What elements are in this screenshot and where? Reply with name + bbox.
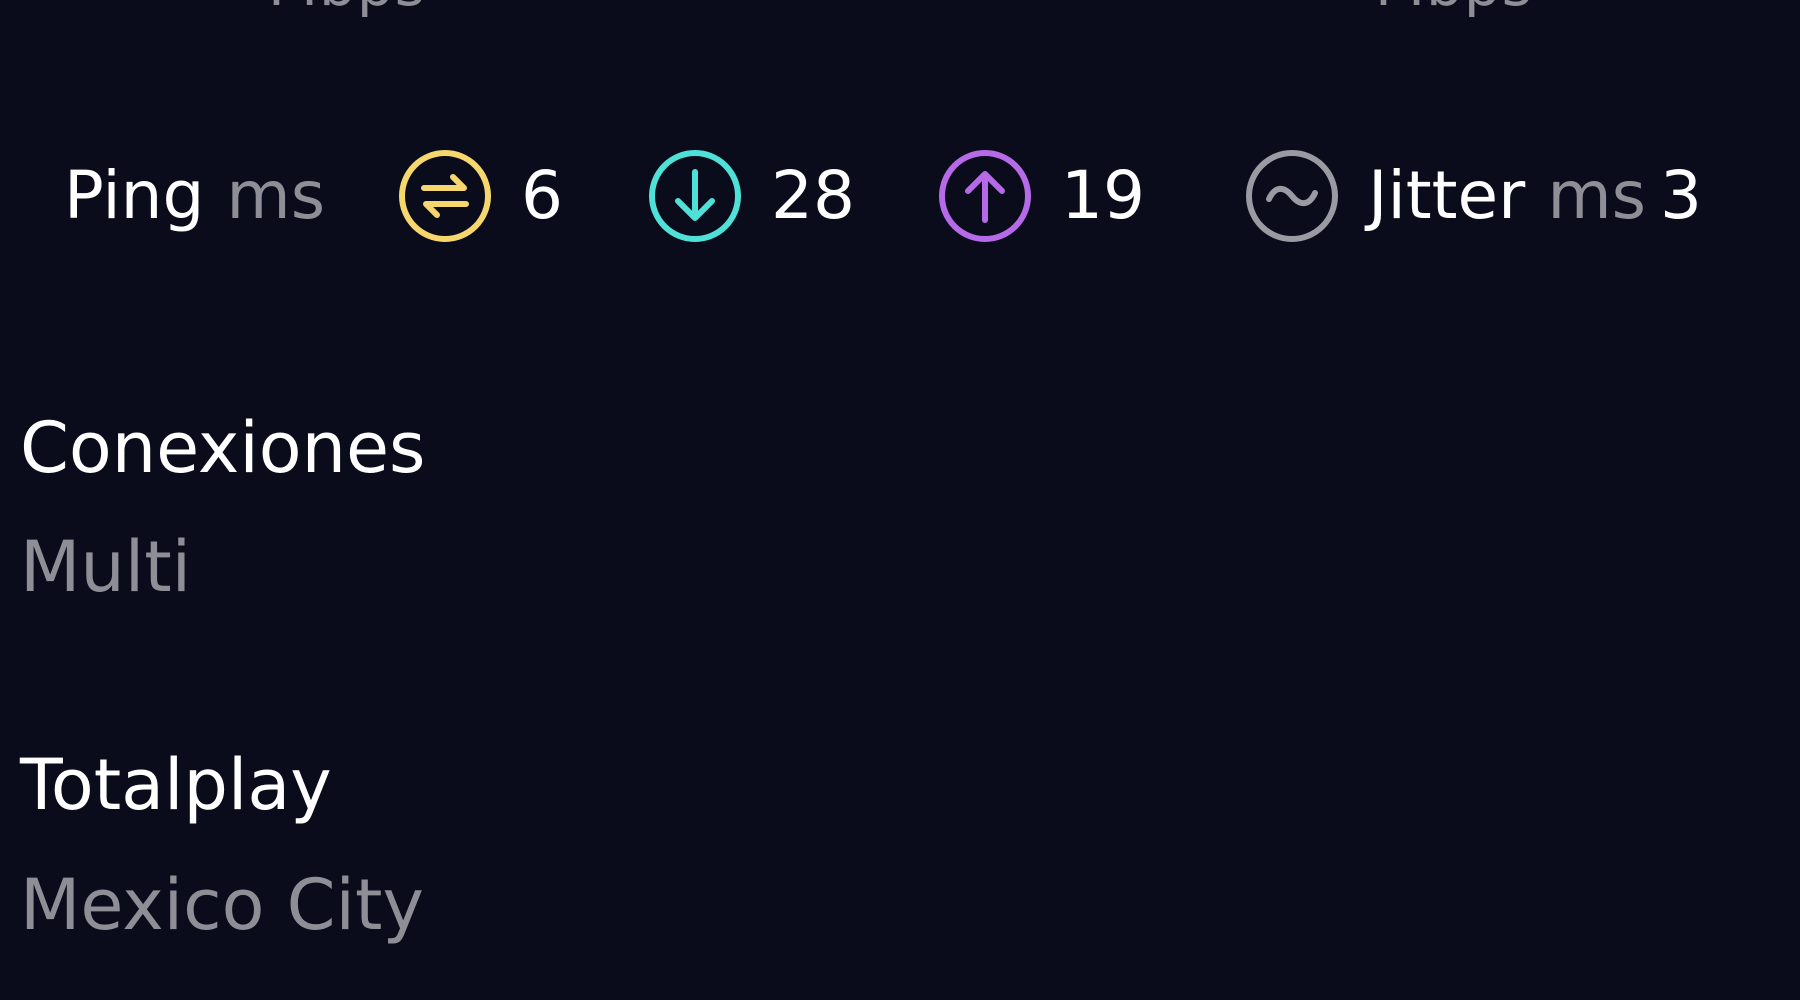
jitter-value: 3 bbox=[1660, 157, 1702, 234]
connections-value[interactable]: Multi bbox=[20, 532, 191, 602]
jitter-wave-icon bbox=[1244, 148, 1340, 244]
latency-metrics-row: Ping ms 6 28 19 Jitter ms 3 bbox=[0, 142, 1800, 250]
server-provider[interactable]: Totalplay bbox=[20, 750, 332, 820]
ping-label: Ping bbox=[64, 157, 205, 234]
idle-latency-icon bbox=[397, 148, 493, 244]
jitter-metric: Jitter ms 3 bbox=[1244, 142, 1702, 250]
download-arrow-icon bbox=[647, 148, 743, 244]
connections-title: Conexiones bbox=[20, 407, 426, 489]
upload-arrow-icon bbox=[937, 148, 1033, 244]
upload-ping-metric: 19 bbox=[937, 142, 1145, 250]
download-ping-value: 28 bbox=[771, 157, 855, 234]
jitter-unit: ms bbox=[1547, 157, 1646, 234]
server-location[interactable]: Mexico City bbox=[20, 870, 424, 940]
idle-ping-value: 6 bbox=[521, 157, 563, 234]
download-unit-label: Mbps bbox=[268, 0, 426, 14]
upload-unit-label: Mbps bbox=[1375, 0, 1533, 14]
ping-metric: Ping ms bbox=[64, 142, 325, 250]
download-ping-metric: 28 bbox=[647, 142, 855, 250]
idle-ping-metric: 6 bbox=[397, 142, 563, 250]
upload-ping-value: 19 bbox=[1061, 157, 1145, 234]
ping-unit: ms bbox=[226, 157, 326, 234]
jitter-label: Jitter bbox=[1368, 157, 1526, 234]
